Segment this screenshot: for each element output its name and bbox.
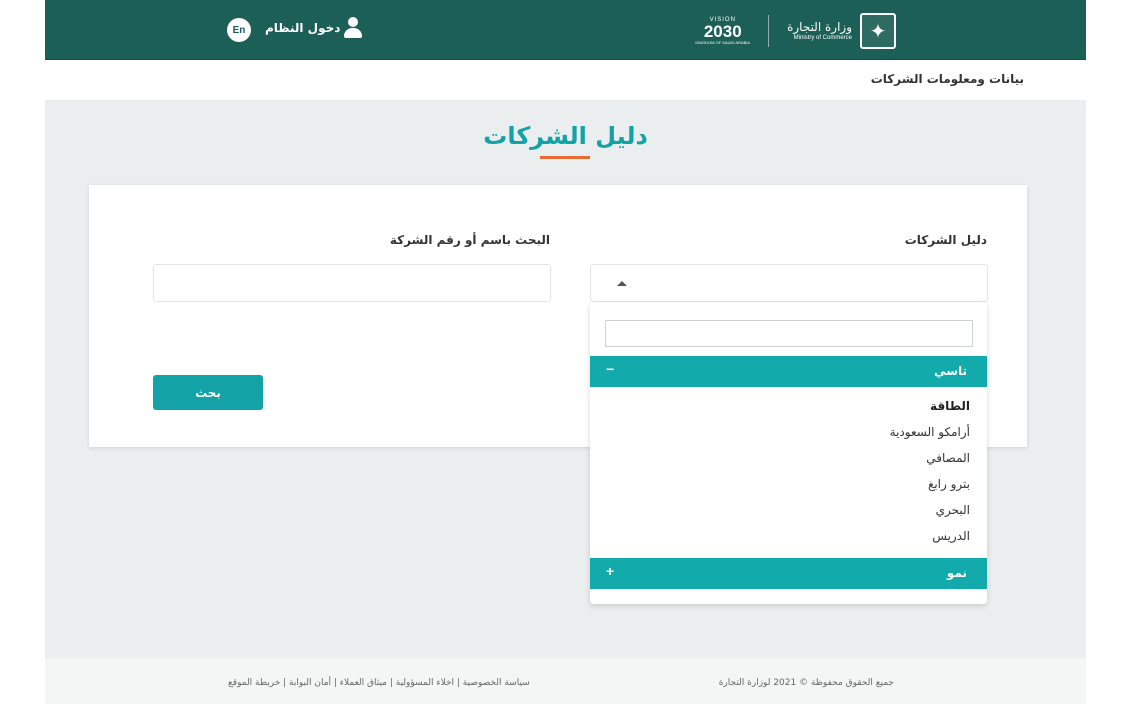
brand-logos[interactable]: ✦ وزارة التجارة Ministry of Commerce VIS…	[695, 13, 896, 49]
group-header-nomu[interactable]: نمو +	[590, 558, 987, 589]
group-label: تاسي	[934, 364, 967, 378]
directory-select[interactable]	[590, 264, 988, 302]
search-label: البحث باسم أو رقم الشركة	[389, 233, 550, 247]
vision-2030-logo: VISION 2030 KINGDOM OF SAUDI ARABIA	[695, 17, 750, 45]
group-label: نمو	[946, 566, 967, 580]
caret-up-icon	[617, 281, 627, 286]
list-item[interactable]: البحري	[936, 503, 970, 517]
vision-year: 2030	[703, 22, 742, 41]
directory-dropdown-panel: تاسي − الطاقة أرامكو السعودية المصافي بت…	[590, 302, 987, 604]
ministry-name-ar: وزارة التجارة	[787, 20, 852, 34]
expand-icon[interactable]: +	[606, 563, 614, 579]
footer: جميع الحقوق محفوظة © 2021 لوزارة التجارة…	[45, 658, 1086, 704]
user-icon	[344, 17, 363, 39]
copyright-text: جميع الحقوق محفوظة © 2021 لوزارة التجارة	[718, 678, 894, 688]
list-item[interactable]: الدريس	[932, 529, 970, 543]
title-underline	[540, 156, 590, 159]
ministry-name-en: Ministry of Commerce	[793, 35, 852, 41]
palm-swords-icon: ✦	[860, 13, 896, 49]
ministry-logo-text: وزارة التجارة Ministry of Commerce	[787, 21, 852, 41]
logo-divider	[768, 15, 770, 47]
list-item[interactable]: المصافي	[926, 451, 970, 465]
dropdown-search-input[interactable]	[605, 320, 973, 347]
directory-label: دليل الشركات	[904, 233, 987, 247]
vision-subtitle: KINGDOM OF SAUDI ARABIA	[695, 40, 751, 45]
breadcrumb: بيانات ومعلومات الشركات	[870, 72, 1024, 86]
login-label: دخول النظام	[265, 21, 341, 35]
company-search-input[interactable]	[153, 264, 551, 302]
login-link[interactable]: دخول النظام	[265, 17, 363, 39]
list-item[interactable]: بترو رابغ	[928, 477, 970, 491]
group-header-tasi[interactable]: تاسي −	[590, 356, 987, 387]
page-title: دليل الشركات	[483, 122, 648, 150]
language-toggle-button[interactable]: En	[227, 18, 251, 42]
top-header: ✦ وزارة التجارة Ministry of Commerce VIS…	[45, 0, 1086, 60]
list-item[interactable]: الطاقة	[930, 399, 970, 413]
list-item[interactable]: أرامكو السعودية	[890, 425, 970, 439]
search-button[interactable]: بحث	[153, 375, 263, 410]
collapse-icon[interactable]: −	[606, 361, 614, 377]
footer-links[interactable]: سياسة الخصوصية | اخلاء المسؤولية | ميثاق…	[228, 678, 530, 688]
